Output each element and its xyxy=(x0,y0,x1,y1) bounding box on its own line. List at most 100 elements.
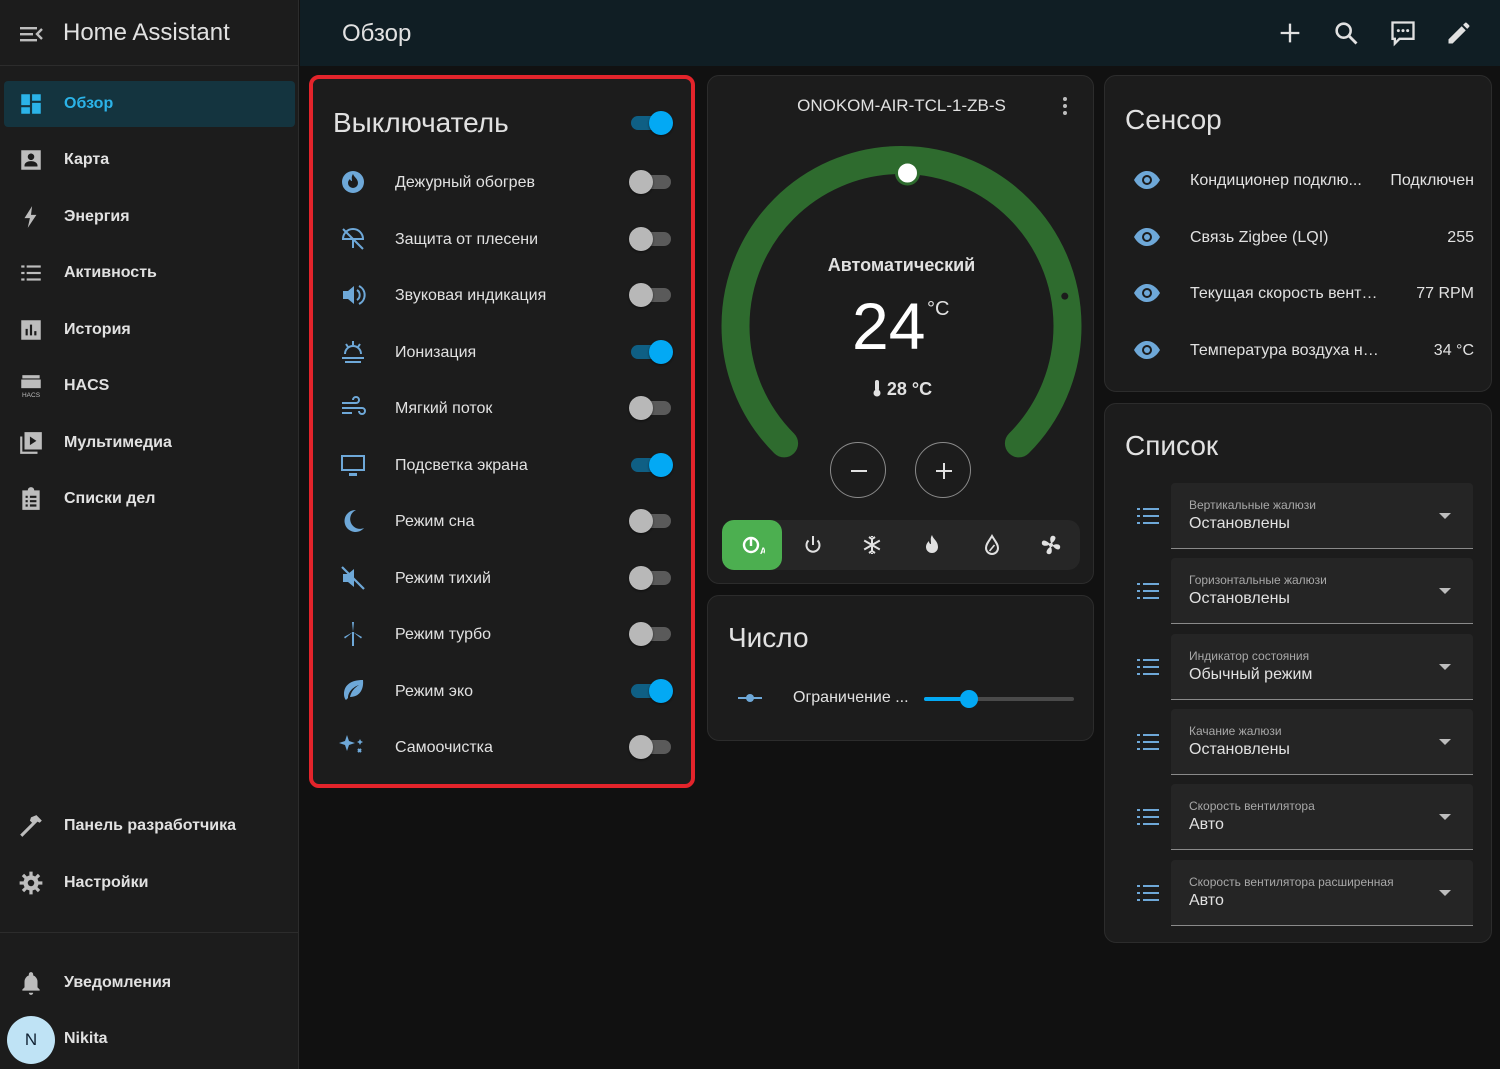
sidebar-item-hacs[interactable]: HACS HACS xyxy=(4,363,295,409)
sensor-row[interactable]: Температура воздуха на ули... 34 °C xyxy=(1105,323,1493,379)
menu-down-icon xyxy=(1439,663,1451,670)
sensor-row[interactable]: Связь Zigbee (LQI) 255 xyxy=(1105,210,1493,266)
sensor-row[interactable]: Текущая скорость вентил... 77 RPM xyxy=(1105,266,1493,322)
format-list-bulleted-icon xyxy=(1137,583,1159,600)
eye-icon xyxy=(1134,284,1160,302)
svg-text:A: A xyxy=(760,546,765,556)
mode-cool-button[interactable] xyxy=(841,520,901,570)
format-list-bulleted-icon xyxy=(1137,658,1159,675)
select-dropdown[interactable]: Индикатор состояния Обычный режим xyxy=(1171,633,1473,700)
number-card-title: Число xyxy=(728,622,809,653)
number-label: Ограничение ... xyxy=(793,689,909,706)
switch-row[interactable]: Мягкий поток xyxy=(313,382,691,438)
thermometer-icon xyxy=(873,380,881,397)
auto-fix-icon xyxy=(339,735,363,753)
sidebar-item-media[interactable]: Мультимедиа xyxy=(4,420,295,466)
thermostat-auto-icon: A xyxy=(742,536,765,556)
mode-fan-button[interactable] xyxy=(1020,520,1080,570)
switch-toggle[interactable] xyxy=(629,452,673,478)
sidebar-item-todo[interactable]: Списки дел xyxy=(4,476,295,522)
switch-toggle[interactable] xyxy=(629,734,673,760)
switch-toggle[interactable] xyxy=(629,282,673,308)
sensor-label: Температура воздуха на ули... xyxy=(1190,341,1385,359)
sensor-row[interactable]: Кондиционер подклю... Подключен xyxy=(1105,153,1493,209)
target-temp-handle[interactable] xyxy=(895,160,920,186)
switch-label: Звуковая индикация xyxy=(395,287,547,304)
switch-row[interactable]: Режим эко xyxy=(313,665,691,721)
hvac-mode-label: Автоматический xyxy=(827,255,976,275)
moon-icon xyxy=(344,509,364,532)
magnify-icon[interactable] xyxy=(1332,19,1360,47)
sidebar-item-developer-tools[interactable]: Панель разработчика xyxy=(4,803,295,849)
fire-circle-icon xyxy=(342,171,364,193)
switch-toggle[interactable] xyxy=(629,395,673,421)
app-title: Home Assistant xyxy=(63,19,230,46)
select-dropdown[interactable]: Скорость вентилятора расширенная Авто xyxy=(1171,859,1473,926)
power-icon xyxy=(805,536,821,553)
sidebar-item-history[interactable]: История xyxy=(4,307,295,353)
master-switch-toggle[interactable] xyxy=(629,110,673,136)
plus-icon[interactable] xyxy=(1276,19,1304,47)
sidebar-item-overview[interactable]: Обзор xyxy=(4,81,295,127)
sidebar-item-label: HACS xyxy=(64,377,110,394)
mode-auto-button[interactable]: A xyxy=(722,520,782,570)
select-row: Горизонтальные жалюзи Остановлены xyxy=(1105,558,1493,625)
switch-row[interactable]: Самоочистка xyxy=(313,721,691,777)
switch-toggle[interactable] xyxy=(629,226,673,252)
switch-row[interactable]: Подсветка экрана xyxy=(313,439,691,495)
select-caption: Индикатор состояния xyxy=(1189,648,1310,663)
sidebar-header: Home Assistant xyxy=(0,0,299,66)
select-dropdown[interactable]: Вертикальные жалюзи Остановлены xyxy=(1171,483,1473,549)
slider-thumb[interactable] xyxy=(960,690,978,708)
eye-icon xyxy=(1134,227,1160,246)
view-dashboard-icon xyxy=(21,94,41,114)
select-dropdown[interactable]: Скорость вентилятора Авто xyxy=(1171,784,1473,851)
sensor-card-title: Сенсор xyxy=(1125,104,1222,135)
pencil-icon[interactable] xyxy=(1445,19,1473,47)
ionization-icon xyxy=(342,340,364,363)
switch-toggle[interactable] xyxy=(629,508,673,534)
switch-row[interactable]: Режим тихий xyxy=(313,552,691,608)
mode-dry-button[interactable] xyxy=(961,520,1021,570)
switch-toggle[interactable] xyxy=(629,169,673,195)
sidebar-item-map[interactable]: Карта xyxy=(4,137,295,183)
comment-processing-icon[interactable] xyxy=(1389,19,1417,47)
select-row: Качание жалюзи Остановлены xyxy=(1105,708,1493,775)
switch-row[interactable]: Ионизация xyxy=(313,326,691,382)
menu-open-icon[interactable] xyxy=(18,22,44,46)
switch-row[interactable]: Режим турбо xyxy=(313,608,691,664)
select-dropdown[interactable]: Качание жалюзи Остановлены xyxy=(1171,708,1473,775)
sidebar-item-settings[interactable]: Настройки xyxy=(4,860,295,906)
switch-toggle[interactable] xyxy=(629,621,673,647)
sidebar-item-energy[interactable]: Энергия xyxy=(4,194,295,240)
switch-toggle[interactable] xyxy=(629,678,673,704)
temp-decrease-button[interactable] xyxy=(830,442,886,498)
mode-heat-button[interactable] xyxy=(901,520,961,570)
sidebar-item-profile[interactable]: Nikita xyxy=(4,1016,295,1062)
format-list-bulleted-icon xyxy=(21,265,41,281)
switch-label: Режим тихий xyxy=(395,569,491,587)
select-value: Обычный режим xyxy=(1189,665,1313,683)
dots-vertical-icon[interactable] xyxy=(1060,94,1070,118)
sidebar-item-label: Настройки xyxy=(64,874,149,891)
select-dropdown[interactable]: Горизонтальные жалюзи Остановлены xyxy=(1171,558,1473,625)
sidebar: Home Assistant Обзор Карта Энергия Актив… xyxy=(0,0,299,1069)
switch-label: Защита от плесени xyxy=(395,230,539,248)
mode-off-button[interactable] xyxy=(782,520,842,570)
sidebar-item-notifications[interactable]: Уведомления xyxy=(4,960,295,1006)
switch-row[interactable]: Защита от плесени xyxy=(313,213,691,269)
switch-toggle[interactable] xyxy=(629,565,673,591)
bell-icon xyxy=(22,972,40,995)
plus-icon xyxy=(936,463,952,479)
switch-row[interactable]: Режим сна xyxy=(313,495,691,551)
number-slider[interactable] xyxy=(924,688,1076,710)
temp-increase-button[interactable] xyxy=(915,442,971,498)
thermostat-name[interactable]: ONOKOM-AIR-TCL-1-ZB-S xyxy=(708,96,1095,116)
switch-row[interactable]: Звуковая индикация xyxy=(313,269,691,325)
switch-label: Мягкий поток xyxy=(395,400,493,417)
number-card: Число Ограничение ... xyxy=(707,595,1094,741)
mold-protection-icon xyxy=(341,227,365,250)
switch-toggle[interactable] xyxy=(629,339,673,365)
switch-row[interactable]: Дежурный обогрев xyxy=(313,156,691,212)
sidebar-item-logbook[interactable]: Активность xyxy=(4,250,295,296)
